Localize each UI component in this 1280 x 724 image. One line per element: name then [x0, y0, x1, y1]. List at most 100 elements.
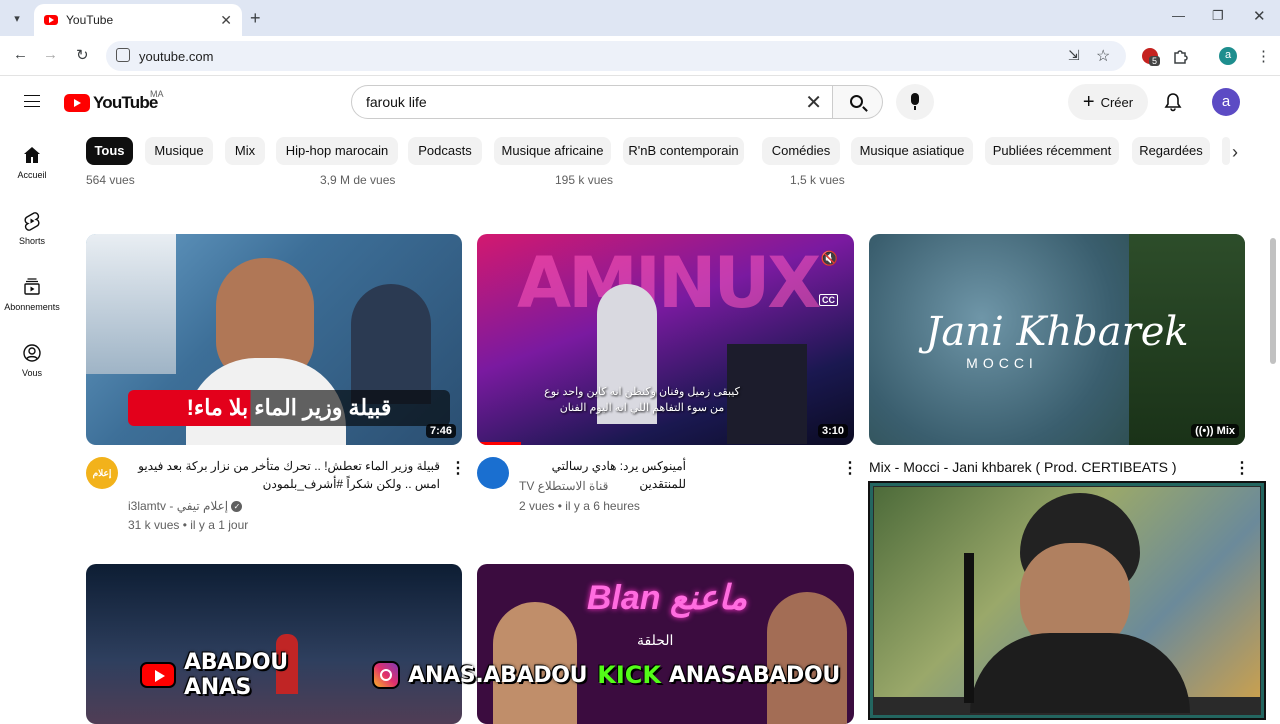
video-meta: 31 k vues • il y a 1 jour	[128, 518, 249, 532]
account-avatar[interactable]: a	[1212, 88, 1240, 116]
duration-badge: 3:10	[817, 424, 848, 438]
page-scrollbar[interactable]	[1270, 238, 1276, 364]
search-input[interactable]: farouk life ✕	[351, 85, 833, 119]
thumbnail-title: Blan ماعنع	[586, 579, 748, 617]
youtube-logo-icon	[140, 662, 176, 688]
url-text: youtube.com	[139, 49, 214, 64]
youtube-header: YouTube MA farouk life ✕ + Créer a	[0, 77, 1280, 127]
chip-comedies[interactable]: Comédies	[762, 137, 840, 165]
chip-african-music[interactable]: Musique africaine	[494, 137, 611, 165]
plus-icon: +	[1082, 90, 1095, 113]
instagram-icon	[372, 661, 401, 689]
chip-all[interactable]: Tous	[86, 137, 133, 165]
sidebar-item-you[interactable]: Vous	[0, 343, 64, 378]
new-tab-icon[interactable]: +	[250, 8, 261, 29]
shorts-icon	[24, 212, 40, 231]
captions-icon[interactable]: CC	[819, 294, 838, 306]
video-title[interactable]: Mix - Mocci - Jani khbarek ( Prod. CERTI…	[869, 459, 1177, 475]
close-tab-icon[interactable]: ✕	[220, 12, 232, 29]
sidebar-item-subscriptions[interactable]: Abonnements	[0, 277, 64, 312]
chip-partial[interactable]	[1222, 137, 1230, 165]
thumbnail-text-group: Jani Khbarek MOCCI	[869, 234, 1245, 445]
voice-search-button[interactable]	[896, 84, 934, 120]
microphone-icon	[911, 93, 919, 110]
chip-watched[interactable]: Regardées	[1132, 137, 1210, 165]
more-options-icon[interactable]: ⋮	[842, 458, 858, 478]
mute-icon[interactable]: 🔇	[821, 250, 838, 267]
tab-search-button[interactable]: ▾	[6, 7, 28, 29]
video-title[interactable]: قبيلة وزير الماء تعطش! .. تحرك متأخر من …	[126, 457, 440, 493]
clear-search-icon[interactable]: ✕	[805, 90, 822, 115]
install-app-icon[interactable]: ⇲	[1068, 47, 1080, 64]
thumbnail-caption: قبيلة وزير الماء بلا ماء!	[128, 390, 450, 426]
prev-row-views: 195 k vues	[555, 173, 614, 185]
video-thumbnail[interactable]	[86, 564, 462, 724]
extensions-puzzle-icon[interactable]	[1172, 47, 1190, 65]
youtube-handle: ABADOU ANAS	[183, 650, 288, 700]
chip-recent[interactable]: Publiées récemment	[985, 137, 1119, 165]
reload-icon[interactable]: ↻	[76, 46, 89, 64]
browser-profile-avatar[interactable]: a	[1219, 47, 1237, 65]
region-code: MA	[150, 89, 164, 99]
thumbnail-subtitle: MOCCI	[966, 354, 1038, 371]
you-icon	[23, 344, 41, 362]
verified-icon: ✓	[231, 501, 243, 513]
video-thumbnail[interactable]: قبيلة وزير الماء بلا ماء! 7:46	[86, 234, 462, 445]
thumbnail-episode: الحلقة	[637, 632, 674, 648]
chevron-right-icon[interactable]: ›	[1232, 142, 1238, 163]
more-options-icon[interactable]: ⋮	[450, 458, 466, 478]
more-options-icon[interactable]: ⋮	[1234, 458, 1250, 478]
window-close-icon[interactable]: ✕	[1253, 7, 1266, 25]
webcam-overlay	[868, 481, 1266, 720]
video-thumbnail[interactable]: AMINUX كيبقى زميل وفنان وكنظن انه كاين و…	[477, 234, 854, 445]
search-button[interactable]	[833, 85, 883, 119]
sidebar-item-shorts[interactable]: Shorts	[0, 211, 64, 246]
create-button[interactable]: + Créer	[1068, 84, 1148, 120]
sidebar-item-home[interactable]: Accueil	[0, 145, 64, 180]
mix-thumbnail[interactable]: Jani Khbarek MOCCI ((•)) Mix	[869, 234, 1245, 445]
camera-lens-icon	[380, 669, 393, 681]
subtitle-line: من سوء التفاهم اللي انه اليوم الفنان	[559, 402, 725, 414]
mix-badge: ((•)) Mix	[1191, 424, 1239, 438]
channel-name[interactable]: قناة الاستطلاع TV	[519, 479, 608, 493]
chip-hiphop[interactable]: Hip-hop marocain	[276, 137, 398, 165]
extension-badge: 5	[1149, 56, 1161, 66]
radio-icon: ((•))	[1195, 425, 1217, 437]
thumbnail-subtitle: كيبقى زميل وفنان وكنظن انه كاين واحد نوع…	[487, 384, 797, 416]
video-thumbnail[interactable]: Blan ماعنع الحلقة	[477, 564, 854, 724]
channel-avatar[interactable]: إعلام	[86, 457, 118, 489]
bookmark-star-icon[interactable]: ☆	[1096, 46, 1110, 66]
search-icon	[850, 95, 863, 108]
channel-avatar[interactable]	[477, 457, 509, 489]
prev-row-views: 564 vues	[86, 173, 135, 185]
chip-mix[interactable]: Mix	[225, 137, 265, 165]
instagram-handle: ANAS.ABADOU	[408, 662, 588, 688]
subscriptions-icon	[24, 278, 40, 295]
youtube-logo[interactable]: YouTube	[64, 93, 158, 113]
thumbnail-person	[351, 284, 431, 404]
thumbnail-big-text: AMINUX	[517, 242, 821, 324]
address-bar[interactable]: youtube.com ⇲ ☆	[106, 41, 1126, 71]
chip-asian-music[interactable]: Musique asiatique	[851, 137, 973, 165]
mix-badge-text: Mix	[1216, 425, 1235, 437]
video-meta: 2 vues • il y a 6 heures	[519, 499, 640, 513]
menu-icon[interactable]	[24, 95, 40, 107]
restore-icon[interactable]: ❐	[1212, 8, 1224, 24]
minimize-icon[interactable]: —	[1172, 8, 1185, 23]
chip-music[interactable]: Musique	[145, 137, 213, 165]
site-info-icon[interactable]	[116, 48, 130, 62]
duration-badge: 7:46	[425, 424, 456, 438]
browser-tab[interactable]: YouTube ✕	[34, 4, 242, 36]
forward-icon[interactable]: →	[43, 46, 58, 63]
browser-menu-icon[interactable]: ⋮	[1256, 47, 1271, 65]
notifications-bell-icon[interactable]	[1164, 92, 1182, 112]
back-icon[interactable]: ←	[13, 46, 28, 63]
search-query: farouk life	[366, 94, 427, 110]
thumbnail-background	[86, 234, 176, 374]
chip-podcasts[interactable]: Podcasts	[408, 137, 482, 165]
tab-title: YouTube	[66, 13, 114, 27]
youtube-play-icon	[64, 94, 90, 112]
home-icon	[24, 147, 40, 163]
chip-rnb[interactable]: R'nB contemporain	[623, 137, 744, 165]
channel-name[interactable]: i3lamtv - إعلام تيفي ✓	[128, 499, 243, 513]
